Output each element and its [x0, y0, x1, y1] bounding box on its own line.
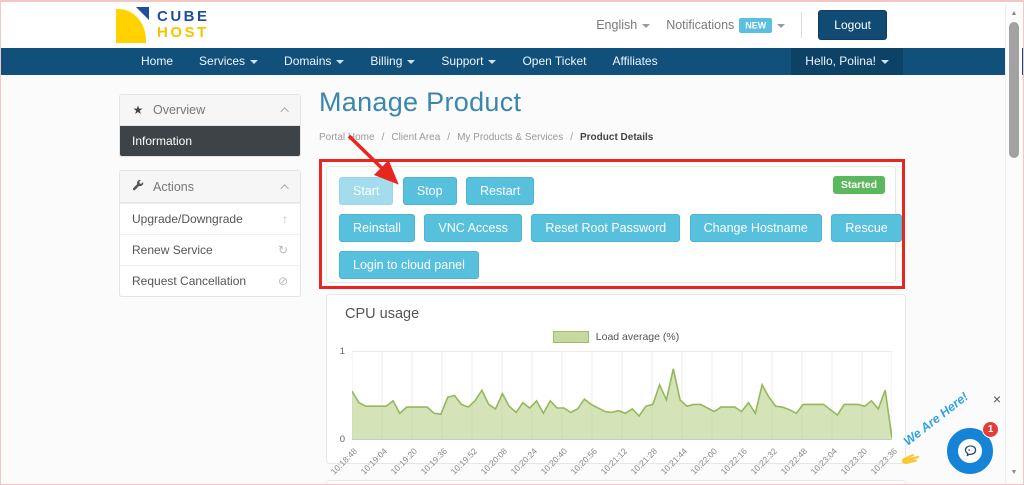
logo-text-host: HOST [157, 25, 210, 41]
breadcrumb-client-area[interactable]: Client Area [391, 132, 440, 143]
rescue-button[interactable]: Rescue [831, 214, 901, 242]
vnc-access-button[interactable]: VNC Access [424, 214, 521, 242]
ban-icon: ⊘ [278, 274, 288, 288]
actions-panel-header[interactable]: Actions [120, 171, 300, 203]
caret-down-icon [407, 60, 415, 64]
nav-item-affiliates[interactable]: Affiliates [600, 48, 669, 75]
change-hostname-button[interactable]: Change Hostname [690, 214, 822, 242]
nav-item-home[interactable]: Home [129, 48, 185, 75]
overview-title: Overview [153, 103, 205, 117]
stop-button[interactable]: Stop [403, 177, 457, 205]
breadcrumb-product-details: Product Details [580, 132, 653, 143]
nav-item-open-ticket[interactable]: Open Ticket [510, 48, 598, 75]
scroll-up-icon[interactable]: ▲ [1006, 10, 1022, 17]
pointing-hand-icon [898, 447, 925, 473]
cpu-load-area-chart [352, 351, 892, 440]
breadcrumb: Portal Home / Client Area / My Products … [319, 132, 919, 143]
live-chat-widget: × We Are Here! 1 [903, 396, 1003, 478]
browser-viewport: CUBE HOST English Notifications NEW Logou… [0, 0, 1024, 485]
cubehost-logo[interactable]: CUBE HOST [116, 7, 210, 43]
overview-panel: ★ Overview Information [119, 94, 301, 157]
main-navbar: Home Services Domains Billing Support Op… [1, 48, 1023, 75]
close-icon[interactable]: × [993, 392, 1001, 406]
caret-down-icon [336, 60, 344, 64]
chat-bubble-icon [963, 444, 978, 458]
sidebar-item-request-cancellation[interactable]: Request Cancellation ⊘ [120, 265, 300, 296]
caret-down-icon [642, 24, 650, 28]
sidebar: ★ Overview Information Actions Upgrade/D… [119, 94, 301, 310]
wrench-icon [131, 179, 145, 194]
new-badge: NEW [739, 18, 772, 33]
cpu-usage-card: CPU usage Load average (%) 1 0 10:18:481… [326, 294, 906, 464]
restart-button[interactable]: Restart [466, 177, 534, 205]
chart-title: CPU usage [345, 306, 419, 322]
language-menu[interactable]: English [596, 18, 650, 32]
actions-title: Actions [153, 180, 194, 194]
logout-button[interactable]: Logout [818, 10, 887, 40]
y-axis-tick-0: 0 [331, 434, 345, 445]
nav-item-services[interactable]: Services [187, 48, 270, 75]
caret-down-icon [250, 60, 258, 64]
reset-root-password-button[interactable]: Reset Root Password [531, 214, 680, 242]
main-content: Manage Product Portal Home / Client Area… [319, 87, 919, 143]
caret-down-icon [777, 24, 785, 28]
user-menu[interactable]: Hello, Polina! [791, 48, 903, 75]
next-panel-partial [326, 480, 906, 485]
chevron-up-icon [280, 107, 288, 115]
server-controls-card: Started Start Stop Restart Reinstall VNC… [326, 166, 896, 283]
breadcrumb-portal-home[interactable]: Portal Home [319, 132, 375, 143]
reinstall-button[interactable]: Reinstall [339, 214, 415, 242]
chevron-up-icon [280, 184, 288, 192]
login-cloud-panel-button[interactable]: Login to cloud panel [339, 251, 479, 279]
top-header: CUBE HOST English Notifications NEW Logou… [1, 2, 1023, 48]
status-badge: Started [833, 176, 885, 194]
vertical-scrollbar[interactable]: ▲ ▼ [1005, 4, 1022, 484]
notifications-menu[interactable]: Notifications NEW [666, 18, 785, 32]
user-greeting: Hello, Polina! [805, 54, 876, 68]
notifications-label: Notifications [666, 18, 734, 32]
language-label: English [596, 18, 637, 32]
caret-down-icon [488, 60, 496, 64]
caret-down-icon [881, 60, 889, 64]
sidebar-item-upgrade-downgrade[interactable]: Upgrade/Downgrade ↑ [120, 203, 300, 234]
breadcrumb-my-products[interactable]: My Products & Services [457, 132, 563, 143]
start-button[interactable]: Start [339, 177, 393, 205]
upgrade-arrow-icon: ↑ [282, 212, 288, 226]
y-axis-tick-1: 1 [331, 346, 345, 357]
divider [801, 12, 802, 38]
legend-label: Load average (%) [596, 331, 679, 343]
logo-text-cube: CUBE [157, 9, 210, 25]
nav-item-support[interactable]: Support [429, 48, 508, 75]
unread-count-badge: 1 [982, 421, 999, 438]
legend-swatch [553, 331, 589, 343]
overview-panel-header[interactable]: ★ Overview [120, 95, 300, 126]
chart-legend: Load average (%) [327, 331, 905, 343]
page-title: Manage Product [319, 87, 919, 118]
scroll-down-icon[interactable]: ▼ [1006, 469, 1022, 476]
scrollbar-thumb[interactable] [1009, 22, 1019, 158]
nav-item-billing[interactable]: Billing [358, 48, 427, 75]
actions-panel: Actions Upgrade/Downgrade ↑ Renew Servic… [119, 170, 301, 297]
sidebar-item-renew-service[interactable]: Renew Service ↻ [120, 234, 300, 265]
refresh-icon: ↻ [278, 243, 288, 257]
cubehost-logo-icon [116, 7, 149, 43]
star-icon: ★ [131, 103, 145, 117]
sidebar-item-information[interactable]: Information [120, 126, 300, 156]
nav-item-domains[interactable]: Domains [272, 48, 356, 75]
